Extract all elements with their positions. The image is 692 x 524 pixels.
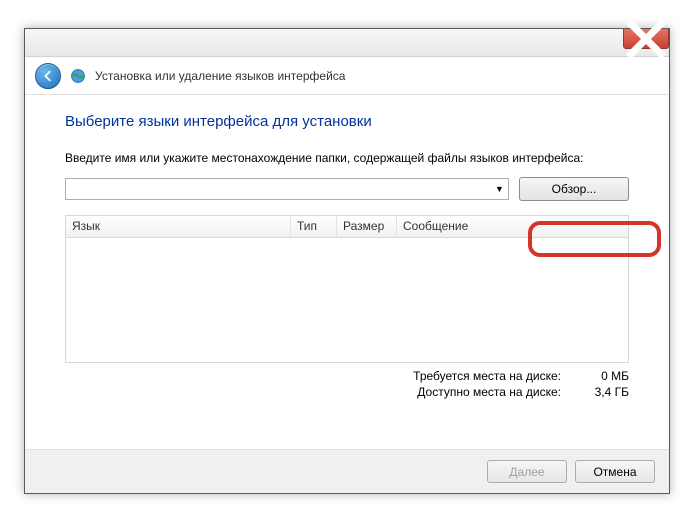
- column-type[interactable]: Тип: [291, 216, 337, 237]
- languages-grid: Язык Тип Размер Сообщение: [65, 215, 629, 363]
- column-message[interactable]: Сообщение: [397, 216, 628, 237]
- column-size[interactable]: Размер: [337, 216, 397, 237]
- browse-button[interactable]: Обзор...: [519, 177, 629, 201]
- disk-available-label: Доступно места на диске:: [417, 385, 561, 399]
- path-row: ▼ Обзор...: [65, 177, 629, 201]
- cancel-button[interactable]: Отмена: [575, 460, 655, 483]
- path-combobox[interactable]: ▼: [65, 178, 509, 200]
- disk-info: Требуется места на диске: 0 МБ Доступно …: [65, 369, 629, 399]
- header-bar: Установка или удаление языков интерфейса: [25, 57, 669, 95]
- page-heading: Выберите языки интерфейса для установки: [65, 113, 629, 130]
- column-language[interactable]: Язык: [66, 216, 291, 237]
- grid-body: [66, 238, 628, 362]
- close-button[interactable]: [623, 29, 669, 49]
- wizard-window: Установка или удаление языков интерфейса…: [24, 28, 670, 494]
- next-button: Далее: [487, 460, 567, 483]
- titlebar: [25, 29, 669, 57]
- grid-header: Язык Тип Размер Сообщение: [66, 216, 628, 238]
- disk-available-value: 3,4 ГБ: [583, 385, 629, 399]
- disk-required-value: 0 МБ: [583, 369, 629, 383]
- window-title: Установка или удаление языков интерфейса: [95, 69, 345, 83]
- content-area: Выберите языки интерфейса для установки …: [25, 95, 669, 409]
- path-input[interactable]: [66, 179, 491, 199]
- dropdown-arrow-icon[interactable]: ▼: [491, 179, 508, 199]
- instruction-text: Введите имя или укажите местонахождение …: [65, 150, 629, 167]
- back-button[interactable]: [35, 63, 61, 89]
- footer-bar: Далее Отмена: [25, 449, 669, 493]
- globe-icon: [69, 67, 87, 85]
- disk-required-label: Требуется места на диске:: [413, 369, 561, 383]
